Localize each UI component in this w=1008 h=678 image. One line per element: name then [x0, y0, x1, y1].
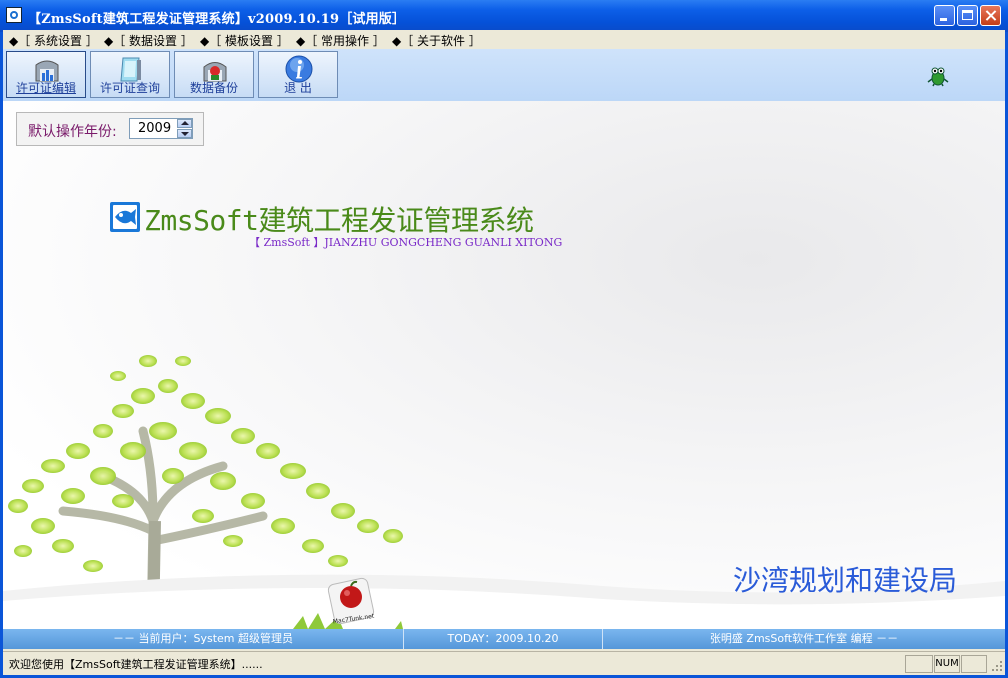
menu-data-settings[interactable]: ◆［ 数据设置 ］ [104, 32, 193, 49]
author-credit: 张明盛 ZmsSoft软件工作室 编程 －－ [709, 632, 899, 645]
maximize-button[interactable] [957, 5, 978, 26]
status-pane-num: NUM [934, 655, 960, 673]
status-pane-1 [905, 655, 933, 673]
menu-about-software[interactable]: ◆［ 关于软件 ］ [392, 32, 481, 49]
app-subtitle: 【 ZmsSoft 】JIANZHU GONGCHENG GUANLI XITO… [249, 236, 563, 249]
resize-grip-icon[interactable] [989, 658, 1003, 672]
toolbar: 许可证编辑 许可证查询 数据备份 退 出 [3, 49, 1005, 102]
exit-button[interactable]: 退 出 [258, 51, 338, 98]
permit-edit-label: 许可证编辑 [15, 81, 76, 95]
app-icon[interactable] [6, 7, 22, 23]
app-window: 【ZmsSoft建筑工程发证管理系统】v2009.10.19［试用版］ ◆［ 系… [0, 0, 1008, 678]
menu-bar: ◆［ 系统设置 ］ ◆［ 数据设置 ］ ◆［ 模板设置 ］ ◆［ 常用操作 ］ … [3, 30, 1005, 49]
year-spinner[interactable] [177, 119, 192, 138]
current-user: －－ 当前用户：System 超级管理员 [3, 629, 404, 649]
menu-common-operations[interactable]: ◆［ 常用操作 ］ [296, 32, 385, 49]
close-button[interactable] [980, 5, 1001, 26]
data-backup-label: 数据备份 [189, 81, 238, 95]
app-title: ZmsSoft建筑工程发证管理系统 [144, 204, 534, 237]
year-label: 默认操作年份: [28, 124, 117, 140]
info-bar: －－ 当前用户：System 超级管理员 TODAY：2009.10.20 张明… [3, 629, 1005, 649]
status-pane-3 [961, 655, 987, 673]
status-message: 欢迎您使用【ZmsSoft建筑工程发证管理系统】...... [9, 658, 263, 671]
client-area: ◆［ 系统设置 ］ ◆［ 数据设置 ］ ◆［ 模板设置 ］ ◆［ 常用操作 ］ … [3, 30, 1005, 675]
mascot-icon [927, 67, 949, 87]
window-title: 【ZmsSoft建筑工程发证管理系统】v2009.10.19［试用版］ [28, 12, 406, 27]
apple-badge-icon: Mac7Tunk.net [327, 577, 375, 625]
today-date: TODAY：2009.10.20 [404, 629, 603, 649]
year-group: 默认操作年份: 2009 [16, 112, 204, 146]
organization-name: 沙湾规划和建设局 [733, 564, 958, 597]
data-backup-button[interactable]: 数据备份 [174, 51, 254, 98]
main-panel: 默认操作年份: 2009 ZmsSoft建筑工程发证管理系统 【 ZmsSoft… [3, 101, 1005, 629]
permit-edit-button[interactable]: 许可证编辑 [6, 51, 86, 98]
exit-label: 退 出 [284, 81, 312, 95]
menu-template-settings[interactable]: ◆［ 模板设置 ］ [200, 32, 289, 49]
spin-down-button[interactable] [177, 129, 192, 138]
permit-query-button[interactable]: 许可证查询 [90, 51, 170, 98]
spin-up-button[interactable] [177, 119, 192, 128]
permit-query-label: 许可证查询 [99, 81, 160, 95]
status-bar: 欢迎您使用【ZmsSoft建筑工程发证管理系统】...... NUM [3, 651, 1005, 675]
fish-logo-icon [110, 202, 140, 232]
menu-system-settings[interactable]: ◆［ 系统设置 ］ [9, 32, 98, 49]
title-bar[interactable]: 【ZmsSoft建筑工程发证管理系统】v2009.10.19［试用版］ [0, 0, 1008, 32]
minimize-button[interactable] [934, 5, 955, 26]
